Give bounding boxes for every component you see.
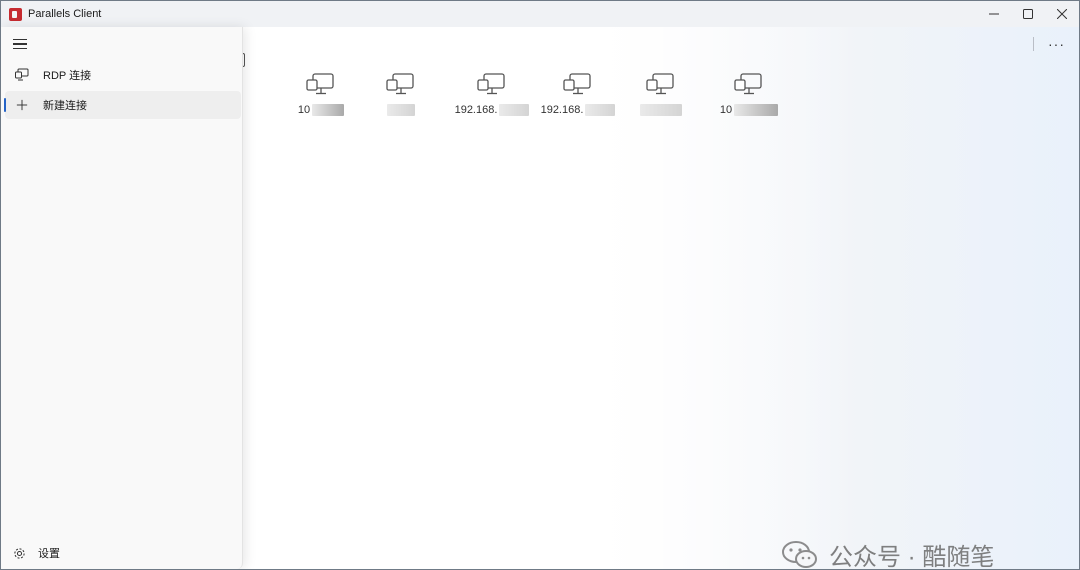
hamburger-menu-button[interactable]	[13, 39, 27, 49]
connection-address: 192.168.	[540, 104, 584, 116]
active-indicator	[4, 98, 6, 112]
maximize-button[interactable]	[1011, 1, 1045, 27]
minimize-icon	[989, 13, 999, 15]
monitor-icon	[386, 73, 414, 95]
more-options-button[interactable]: ···	[1048, 37, 1065, 51]
gear-icon	[14, 547, 25, 559]
redacted-block	[312, 104, 345, 116]
hamburger-icon	[13, 39, 27, 41]
connection-address: 10	[719, 104, 733, 116]
connection-label: 10	[719, 103, 779, 117]
connection-tile[interactable]	[621, 73, 701, 123]
navigation-drawer: RDP 连接 新建连接 设置	[1, 27, 243, 569]
toolbar-right: ···	[1033, 37, 1065, 51]
window-controls	[977, 1, 1079, 27]
settings-button[interactable]: 设置	[13, 545, 60, 561]
wechat-logo-icon	[782, 540, 817, 568]
connection-label: 192.168.	[455, 103, 530, 117]
monitor-icon	[646, 73, 674, 95]
redacted-block	[499, 104, 530, 116]
sidebar-item-label: RDP 连接	[43, 70, 92, 82]
connection-tile[interactable]: 192.168.	[447, 73, 537, 123]
window-title: Parallels Client	[28, 8, 102, 20]
connection-label	[640, 103, 682, 117]
connection-address: 10	[297, 104, 311, 116]
watermark: 公众号 · 酷随笔	[781, 537, 995, 570]
redacted-block	[585, 104, 616, 116]
monitor-icon	[563, 73, 591, 95]
close-button[interactable]	[1045, 1, 1079, 27]
redacted-block	[387, 104, 415, 116]
rdp-connection-icon	[15, 68, 29, 82]
minimize-button[interactable]	[977, 1, 1011, 27]
toolbar-divider	[1033, 37, 1034, 51]
redacted-block	[640, 104, 682, 116]
maximize-icon	[1023, 9, 1033, 19]
plus-icon	[15, 98, 29, 112]
hamburger-line	[13, 43, 27, 45]
monitor-icon	[734, 73, 762, 95]
connection-tile[interactable]: 10	[709, 73, 789, 123]
app-window: Parallels Client ··· 10 192.168. 192.168…	[0, 0, 1080, 570]
sidebar-item-rdp-connection[interactable]: RDP 连接	[5, 61, 241, 89]
connection-label: 192.168.	[541, 103, 616, 117]
monitor-icon	[477, 73, 505, 95]
parallels-app-icon	[9, 7, 22, 21]
connection-tiles: 10 192.168. 192.168. 10	[281, 73, 801, 123]
connection-tile[interactable]: 192.168.	[533, 73, 623, 123]
watermark-text: 公众号 · 酷随笔	[829, 544, 995, 570]
redacted-block	[734, 104, 779, 116]
title-bar[interactable]: Parallels Client	[1, 1, 1079, 27]
connection-tile[interactable]: 10	[281, 73, 361, 123]
sidebar-item-new-connection[interactable]: 新建连接	[4, 91, 241, 119]
connection-label	[387, 103, 415, 117]
settings-label: 设置	[38, 548, 60, 560]
connection-address: 192.168.	[454, 104, 498, 116]
close-icon	[1057, 9, 1067, 19]
monitor-icon	[306, 73, 334, 95]
sidebar-item-label: 新建连接	[43, 100, 87, 112]
hamburger-line	[13, 47, 27, 49]
connection-label: 10	[297, 103, 345, 117]
connection-tile[interactable]	[361, 73, 441, 123]
